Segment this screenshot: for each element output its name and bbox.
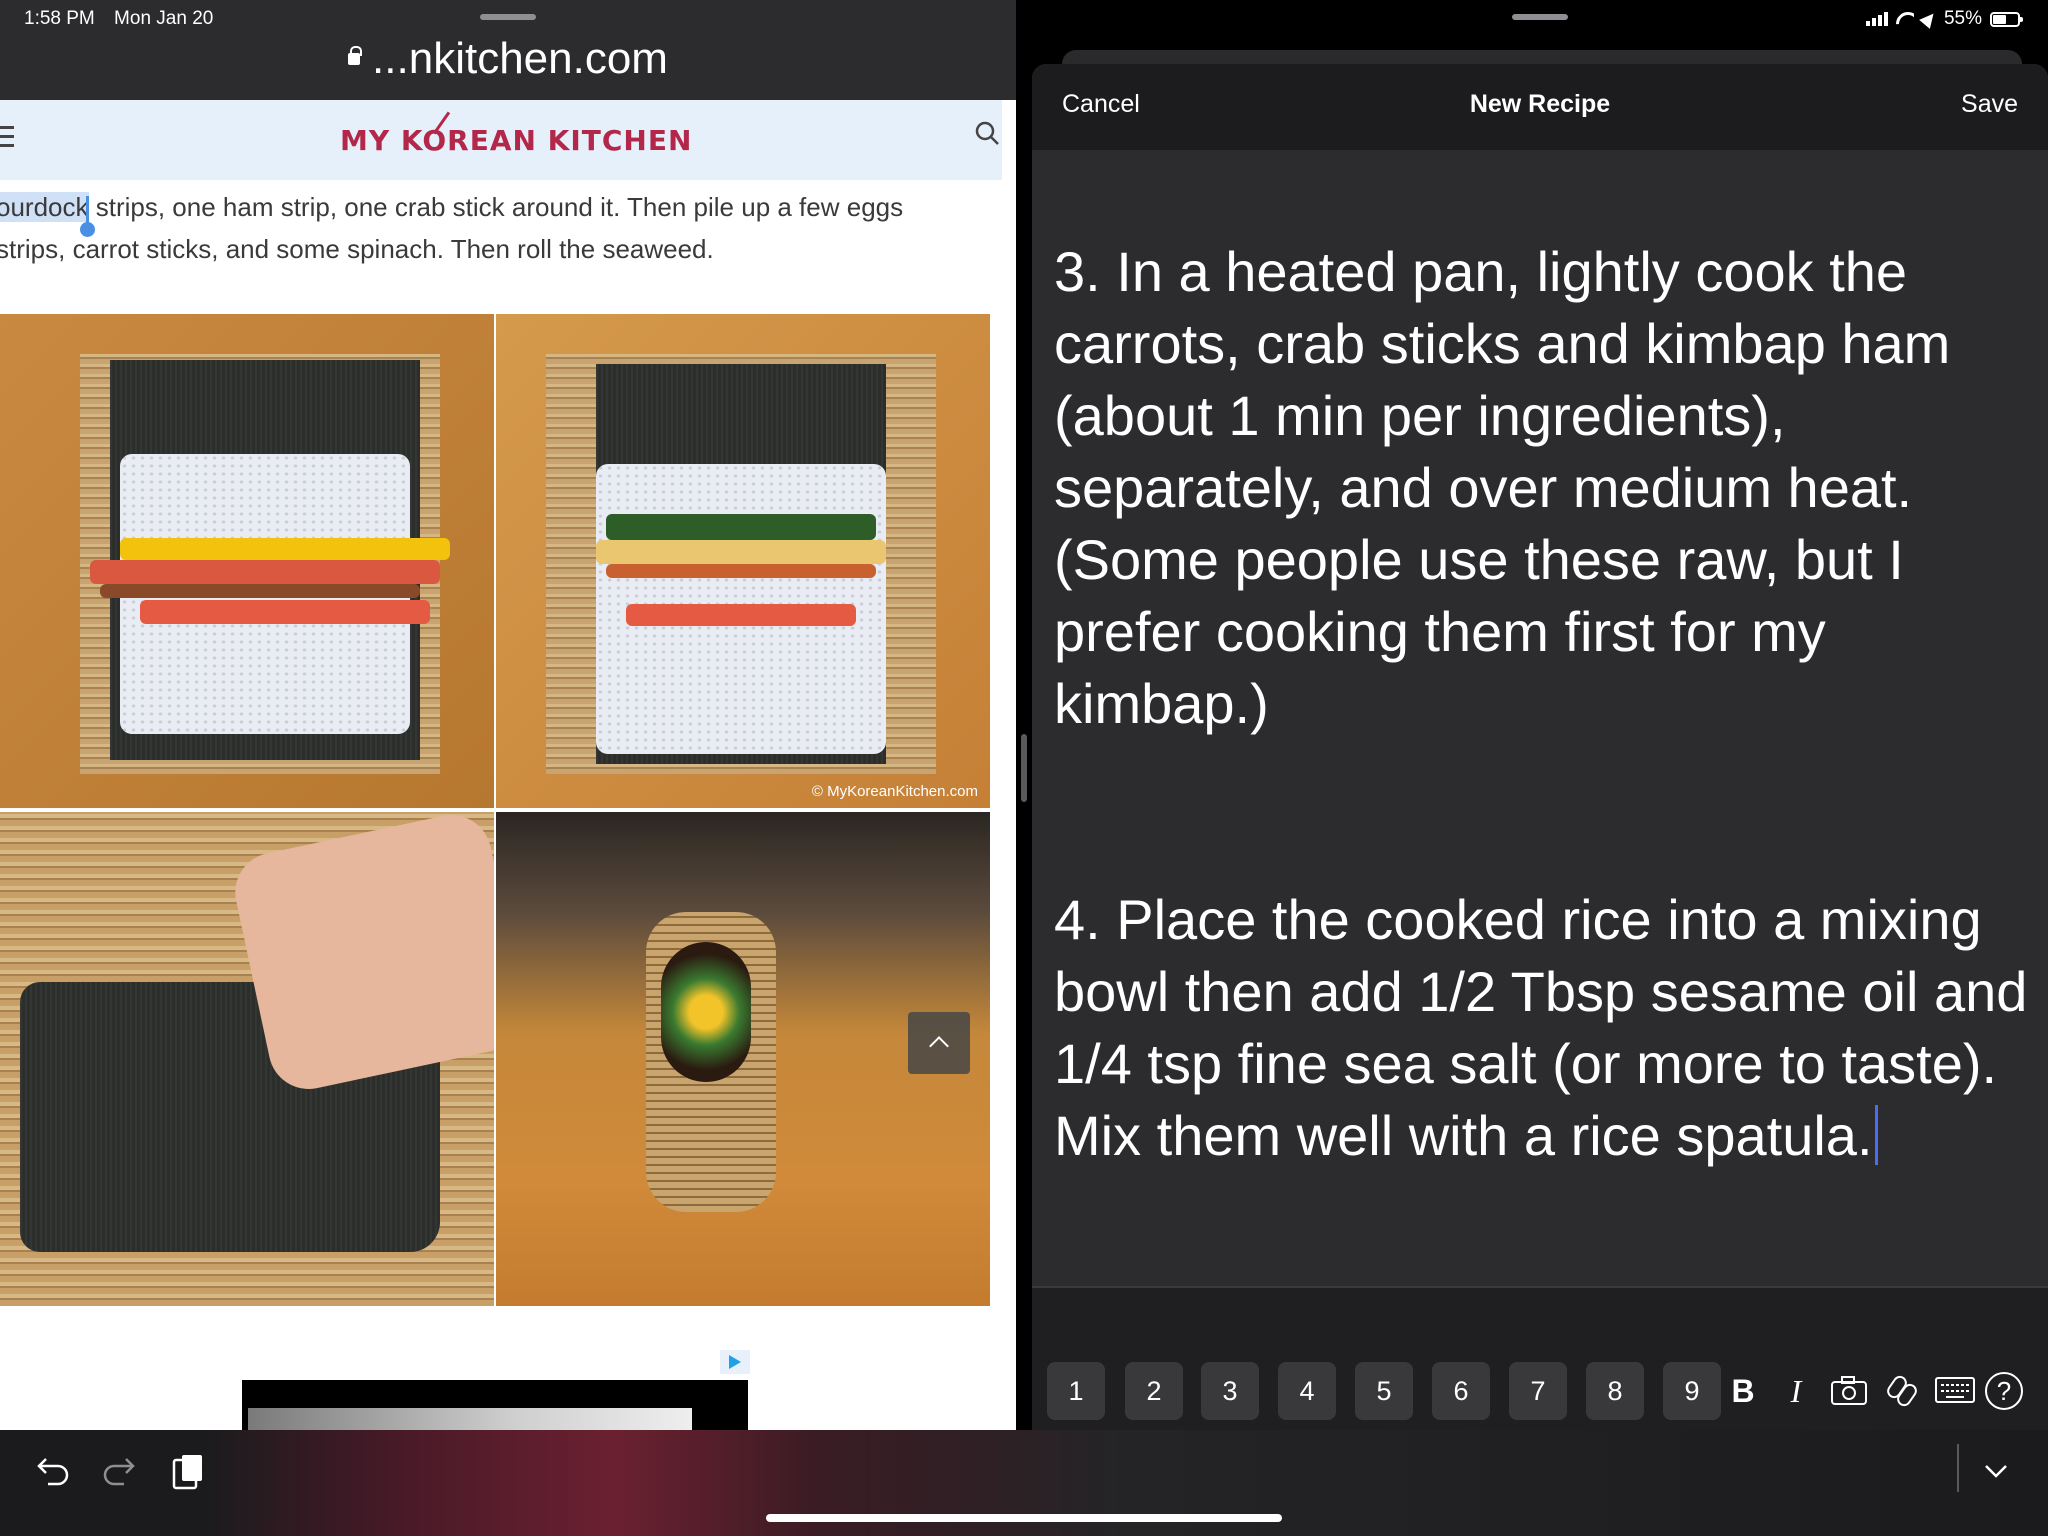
article-line-1-rest: strips, one ham strip, one crab stick ar… — [88, 192, 904, 222]
scroll-to-top-button[interactable] — [908, 1012, 970, 1074]
split-view-handle[interactable] — [1021, 734, 1027, 802]
recipe-step-4: 4. Place the cooked rice into a mixing b… — [1054, 884, 2034, 1172]
recipe-photo-2: © MyKoreanKitchen.com — [496, 314, 990, 808]
number-key-3[interactable]: 3 — [1201, 1362, 1259, 1420]
number-key-1[interactable]: 1 — [1047, 1362, 1105, 1420]
paste-icon[interactable] — [166, 1450, 210, 1494]
status-bar-left: 1:58 PM Mon Jan 20 — [24, 8, 227, 30]
safari-address-bar: 1:58 PM Mon Jan 20 ...nkitchen.com — [0, 0, 1016, 100]
advertisement[interactable] — [242, 1380, 748, 1430]
hand — [227, 812, 494, 1097]
keyboard-accessory-toolbar: 1 2 3 4 5 6 7 8 9 B I ? — [1032, 1362, 2048, 1430]
status-bar-right: 55% — [1865, 8, 2023, 30]
photo-credit: © MyKoreanKitchen.com — [811, 783, 978, 800]
keyboard-icon[interactable] — [1932, 1368, 1978, 1414]
selected-text[interactable]: ourdock — [0, 192, 89, 222]
number-key-7[interactable]: 7 — [1509, 1362, 1567, 1420]
home-indicator[interactable] — [766, 1514, 1282, 1522]
article-text[interactable]: ourdock strips, one ham strip, one crab … — [0, 186, 1006, 270]
wifi-icon — [1896, 12, 1914, 26]
bar-separator — [1957, 1444, 1959, 1492]
bold-icon[interactable]: B — [1720, 1368, 1766, 1414]
status-time: 1:58 PM — [24, 8, 95, 29]
redo-icon[interactable] — [98, 1450, 142, 1494]
location-icon — [1919, 9, 1939, 29]
text-caret — [1874, 1105, 1878, 1165]
site-logo[interactable]: MY KOREAN KITCHEN — [340, 111, 693, 157]
link-icon[interactable] — [1879, 1368, 1925, 1414]
undo-icon[interactable] — [30, 1450, 74, 1494]
camera-icon[interactable] — [1826, 1368, 1872, 1414]
recipe-text-editor[interactable]: 3. In a heated pan, lightly cook the car… — [1054, 236, 2034, 1316]
recipe-photo-3 — [0, 812, 494, 1306]
recipe-step-4-text: 4. Place the cooked rice into a mixing b… — [1054, 888, 2028, 1167]
number-key-6[interactable]: 6 — [1432, 1362, 1490, 1420]
italic-icon[interactable]: I — [1773, 1368, 1819, 1414]
save-button[interactable]: Save — [1961, 90, 2018, 119]
site-logo-text: MY KOREAN KITCHEN — [340, 124, 693, 157]
multitasking-grabber-right[interactable] — [1512, 14, 1568, 20]
selection-handle-knob[interactable] — [80, 222, 95, 237]
menu-icon[interactable] — [0, 126, 14, 148]
url-field[interactable]: ...nkitchen.com — [0, 34, 1016, 84]
number-key-4[interactable]: 4 — [1278, 1362, 1336, 1420]
sheet-nav-bar: Cancel New Recipe Save — [1032, 64, 2048, 150]
number-key-5[interactable]: 5 — [1355, 1362, 1413, 1420]
number-key-2[interactable]: 2 — [1125, 1362, 1183, 1420]
sheet-title: New Recipe — [1469, 90, 1611, 118]
safari-pane: 1:58 PM Mon Jan 20 ...nkitchen.com MY KO… — [0, 0, 1016, 1430]
lock-icon — [348, 46, 363, 65]
search-icon[interactable] — [974, 120, 1000, 146]
article-line-2: strips, carrot sticks, and some spinach.… — [0, 234, 714, 264]
recipe-step-3: 3. In a heated pan, lightly cook the car… — [1054, 240, 1951, 735]
article-line-1: ourdock strips, one ham strip, one crab … — [0, 186, 1006, 228]
status-date: Mon Jan 20 — [114, 8, 214, 29]
number-key-8[interactable]: 8 — [1586, 1362, 1644, 1420]
multitasking-grabber[interactable] — [480, 14, 536, 20]
battery-percent: 55% — [1943, 8, 1982, 29]
battery-icon — [1990, 11, 2023, 27]
number-key-9[interactable]: 9 — [1663, 1362, 1721, 1420]
hide-keyboard-icon[interactable] — [1974, 1450, 2018, 1494]
new-recipe-sheet: Cancel New Recipe Save 3. In a heated pa… — [1032, 64, 2048, 1430]
url-text: ...nkitchen.com — [372, 34, 668, 83]
notes-app-pane: 55% Cancel New Recipe Save 3. In a heate… — [1032, 0, 2048, 1430]
ad-choices-icon[interactable] — [720, 1350, 750, 1374]
help-icon[interactable]: ? — [1985, 1372, 2023, 1410]
recipe-photo-1 — [0, 314, 494, 808]
site-header: MY KOREAN KITCHEN — [0, 100, 1002, 180]
cellular-signal-icon — [1865, 12, 1888, 26]
